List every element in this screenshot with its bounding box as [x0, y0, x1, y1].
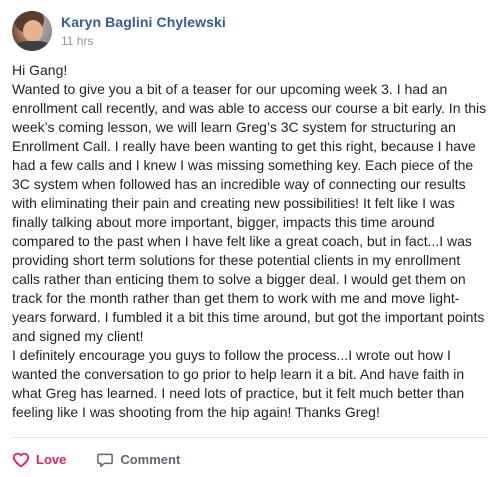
avatar-face: [23, 20, 43, 42]
love-label: Love: [36, 452, 67, 467]
love-button[interactable]: Love: [12, 451, 66, 469]
heart-outline-icon: [12, 452, 30, 468]
author-name[interactable]: Karyn Baglini Chylewski: [61, 13, 226, 31]
speech-bubble-icon: [97, 453, 114, 468]
post-card: Karyn Baglini Chylewski 11 hrs Hi Gang! …: [0, 0, 500, 477]
post-actions: Love Comment: [0, 448, 180, 472]
post-body: Hi Gang! Wanted to give you a bit of a t…: [12, 62, 487, 420]
actions-divider: [12, 437, 488, 438]
author-avatar[interactable]: [12, 11, 52, 51]
avatar-shirt: [14, 41, 52, 51]
post-header: Karyn Baglini Chylewski 11 hrs: [12, 11, 226, 51]
post-timestamp[interactable]: 11 hrs: [61, 33, 226, 49]
comment-button[interactable]: Comment: [96, 451, 180, 469]
post-meta: Karyn Baglini Chylewski 11 hrs: [61, 13, 226, 49]
comment-label: Comment: [120, 452, 181, 467]
